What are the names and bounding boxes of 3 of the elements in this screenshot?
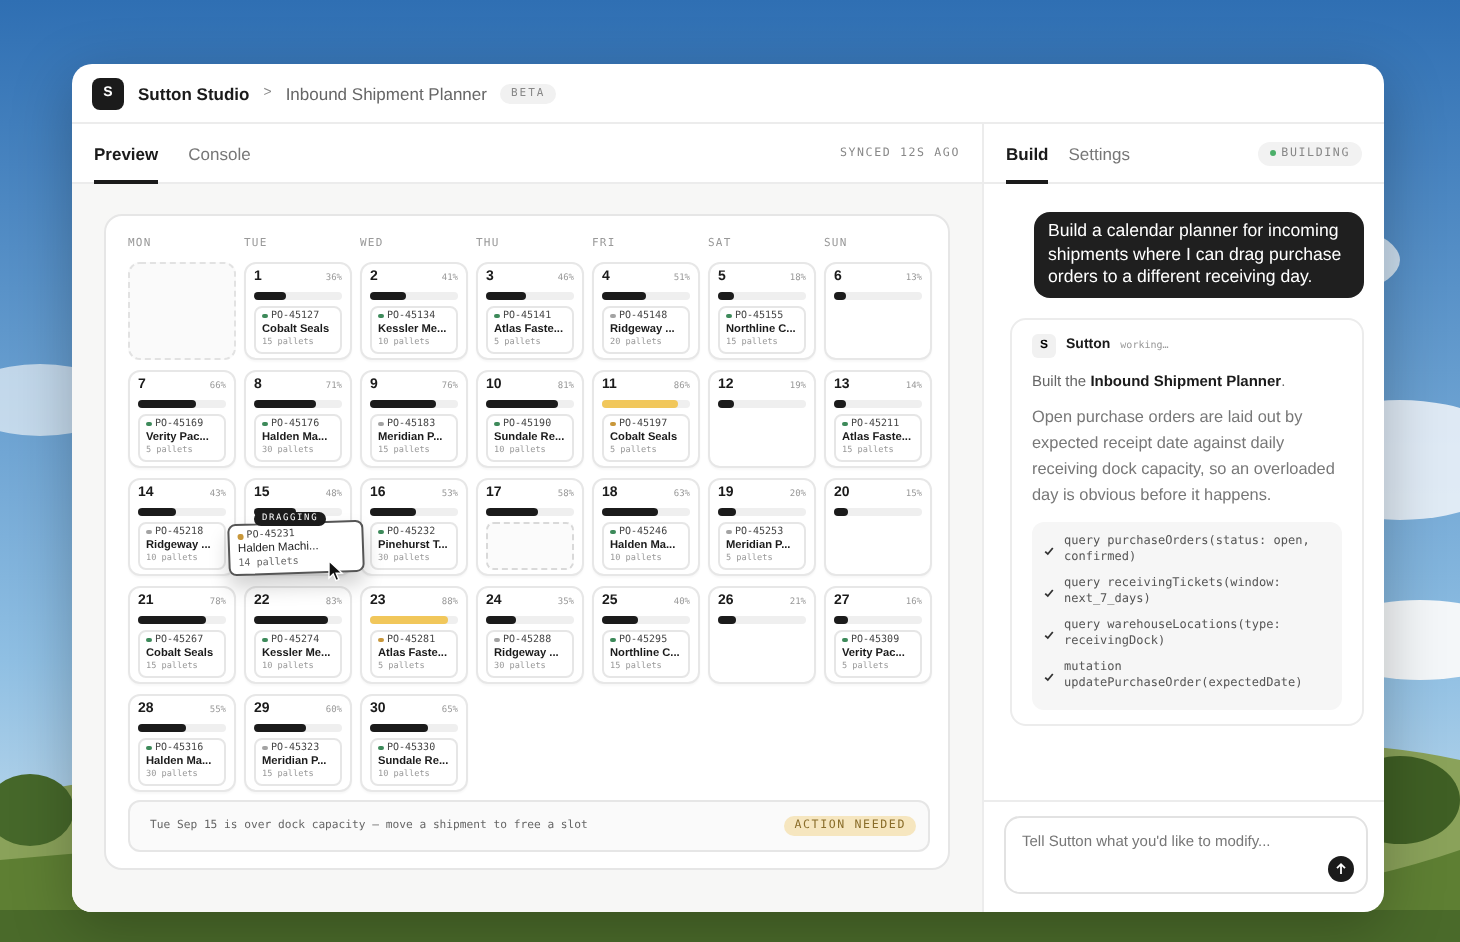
- assistant-text: Open purchase orders are laid out by expected receipt date against daily receiving dock capacity, so an overloaded day is obvious before it happens.: [1032, 405, 1337, 507]
- page-title: Inbound Shipment Planner: [285, 83, 487, 103]
- user-message: Build a calendar planner for incoming shipments where I can drag purchase orders to a different receiving day.: [1034, 212, 1364, 297]
